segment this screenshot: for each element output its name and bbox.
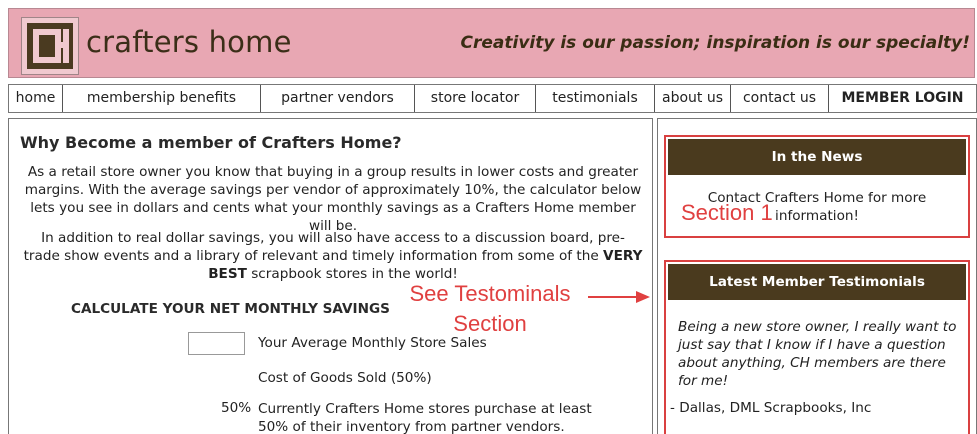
nav-membership-benefits[interactable]: membership benefits (63, 85, 261, 112)
arrow-right-icon (588, 291, 650, 303)
site-header: crafters home Creativity is our passion;… (8, 8, 975, 78)
page-title: Why Become a member of Crafters Home? (20, 133, 402, 152)
purchase-percent: 50% (221, 400, 252, 416)
testimonial-author: - Dallas, DML Scrapbooks, Inc (670, 400, 872, 416)
news-heading: In the News (668, 139, 966, 175)
testimonials-box: Latest Member Testimonials Being a new s… (664, 260, 970, 434)
sidebar: In the News Contact Crafters Home for mo… (657, 118, 977, 434)
site-name: crafters home (86, 25, 292, 59)
intro-paragraph: As a retail store owner you know that bu… (24, 164, 642, 234)
nav-contact-us[interactable]: contact us (731, 85, 829, 112)
logo[interactable] (21, 17, 79, 75)
monthly-sales-input[interactable] (188, 332, 245, 355)
nav-testimonials[interactable]: testimonials (536, 85, 655, 112)
calculator-title: CALCULATE YOUR NET MONTHLY SAVINGS (71, 301, 390, 317)
cogs-label: Cost of Goods Sold (50%) (258, 370, 432, 386)
main-content: Why Become a member of Crafters Home? As… (8, 118, 653, 434)
testimonials-heading: Latest Member Testimonials (668, 264, 966, 300)
nav-about-us[interactable]: about us (655, 85, 731, 112)
benefits-paragraph: In addition to real dollar savings, you … (23, 230, 643, 282)
tagline: Creativity is our passion; inspiration i… (460, 33, 971, 53)
main-nav: home membership benefits partner vendors… (8, 84, 977, 113)
nav-member-login[interactable]: MEMBER LOGIN (829, 85, 976, 112)
nav-partner-vendors[interactable]: partner vendors (261, 85, 415, 112)
testimonial-quote: Being a new store owner, I really want t… (678, 319, 957, 389)
logo-mark (27, 23, 73, 69)
annotation-see-testimonials: See Testominals Section (409, 281, 571, 336)
purchase-label: Currently Crafters Home stores purchase … (258, 401, 592, 434)
annotation-section-1: Section 1 (681, 200, 773, 225)
nav-home[interactable]: home (9, 85, 63, 112)
nav-store-locator[interactable]: store locator (415, 85, 536, 112)
